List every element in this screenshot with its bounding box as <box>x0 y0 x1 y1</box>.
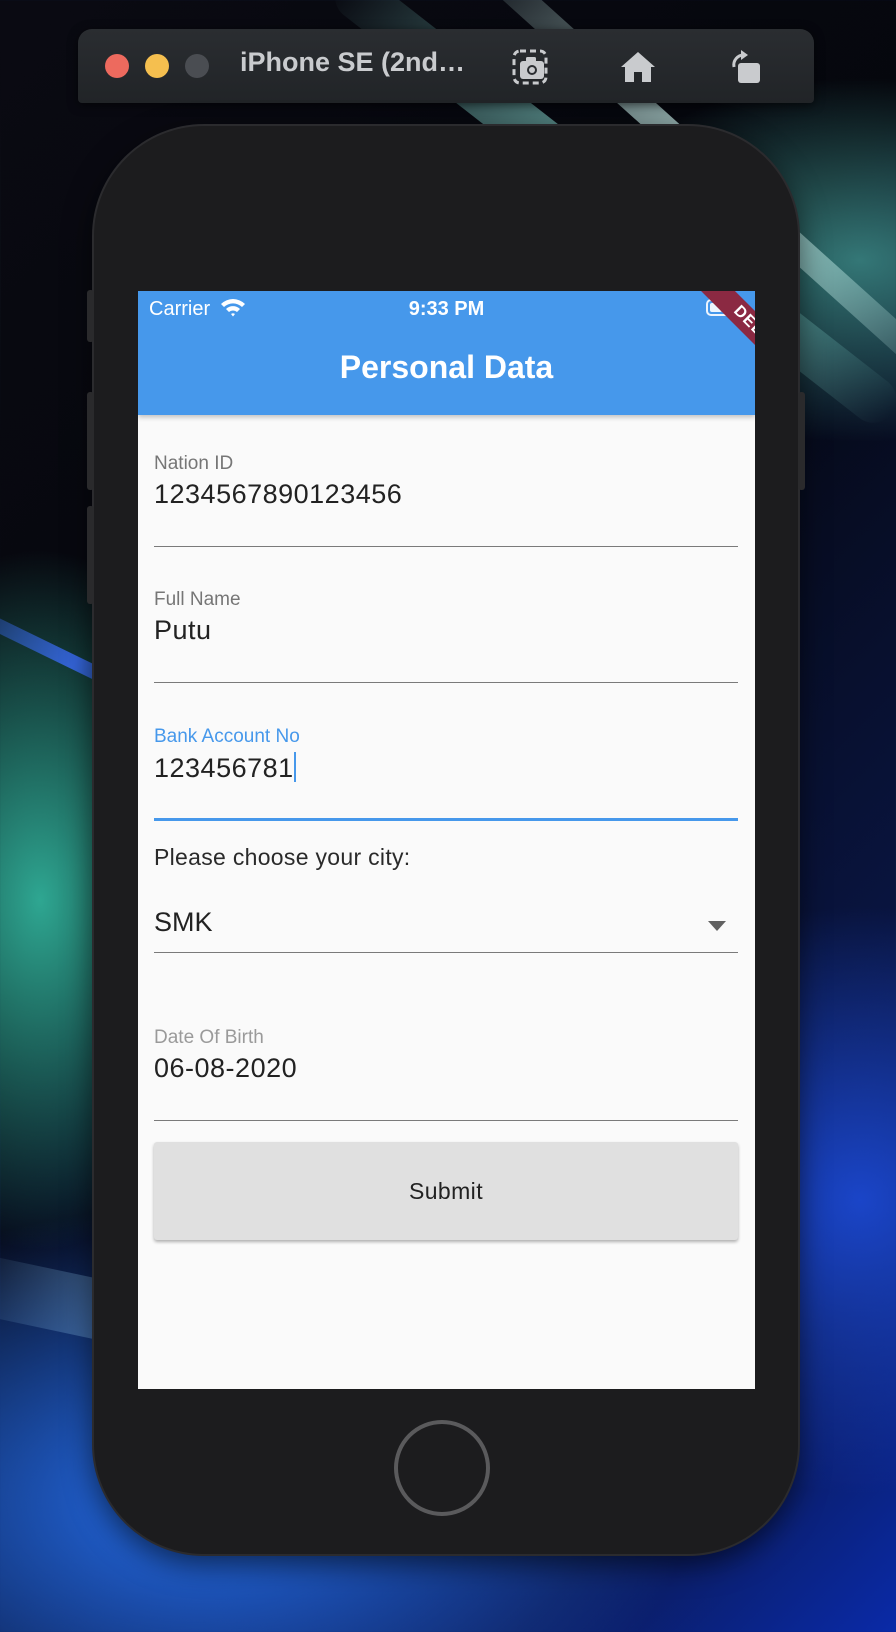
dropdown-arrow-icon <box>708 921 726 931</box>
home-icon <box>621 52 655 82</box>
rotate-button[interactable] <box>726 47 766 87</box>
field-underline <box>154 682 738 683</box>
bank-account-input[interactable]: 123456781 <box>154 752 738 784</box>
full-name-label: Full Name <box>154 589 241 610</box>
dob-label: Date Of Birth <box>154 1027 264 1048</box>
bank-account-label: Bank Account No <box>154 726 300 747</box>
field-underline <box>154 546 738 547</box>
nation-id-value[interactable]: 1234567890123456 <box>154 479 738 510</box>
dob-value[interactable]: 06-08-2020 <box>154 1053 738 1084</box>
app-bar: Carrier 9:33 PM Personal Data DEBUG <box>138 291 755 415</box>
field-underline <box>154 1120 738 1121</box>
zoom-window-button[interactable] <box>185 54 209 78</box>
simulator-title-bar: iPhone SE (2nd… <box>78 29 814 103</box>
volume-down-button <box>87 506 94 604</box>
city-selected-value: SMK <box>154 907 213 937</box>
simulator-device-title: iPhone SE (2nd… <box>240 47 466 77</box>
status-bar: Carrier 9:33 PM <box>138 291 755 327</box>
power-button <box>798 392 805 490</box>
city-prompt: Please choose your city: <box>154 844 411 870</box>
nation-id-field[interactable]: Nation ID 1234567890123456 <box>154 453 738 547</box>
close-window-button[interactable] <box>105 54 129 78</box>
home-button-toolbar[interactable] <box>618 47 658 87</box>
page-title: Personal Data <box>339 349 554 385</box>
bank-account-field[interactable]: Bank Account No 123456781 <box>154 726 738 821</box>
dropdown-underline <box>154 952 738 953</box>
dob-field[interactable]: Date Of Birth 06-08-2020 <box>154 1027 738 1121</box>
city-dropdown[interactable]: SMK <box>154 901 738 953</box>
mute-switch <box>87 290 94 342</box>
volume-up-button <box>87 392 94 490</box>
home-button[interactable] <box>394 1420 490 1516</box>
nation-id-label: Nation ID <box>154 453 234 474</box>
full-name-field[interactable]: Full Name Putu <box>154 589 738 683</box>
rotate-icon <box>732 50 760 83</box>
minimize-window-button[interactable] <box>145 54 169 78</box>
screenshot-icon <box>512 49 548 85</box>
status-time: 9:33 PM <box>408 298 485 320</box>
bank-account-value: 123456781 <box>154 753 294 783</box>
screenshot-button[interactable] <box>510 47 550 87</box>
text-cursor <box>293 752 296 782</box>
field-underline-focused <box>154 818 738 821</box>
full-name-value[interactable]: Putu <box>154 615 738 646</box>
submit-button[interactable]: Submit <box>154 1142 738 1240</box>
app-screen: Carrier 9:33 PM Personal Data DEBUG Nati… <box>138 291 755 1389</box>
